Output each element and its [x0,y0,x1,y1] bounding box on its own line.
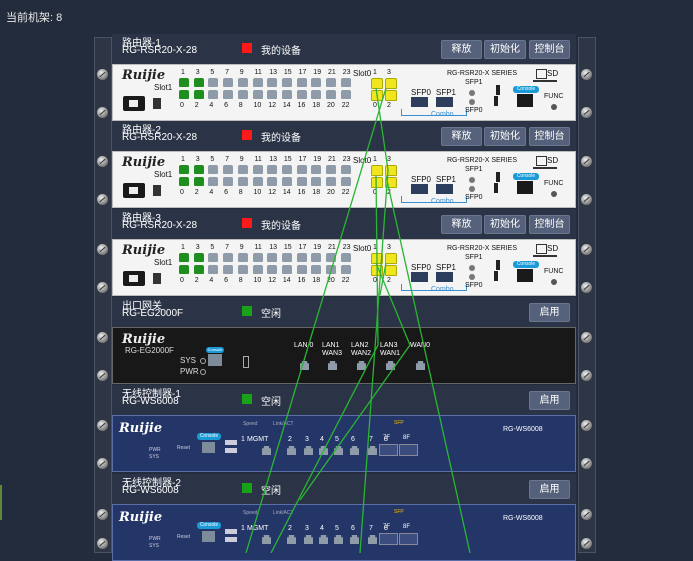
network-cable [385,175,471,553]
network-cable [270,175,379,553]
left-edge-marker [0,485,2,520]
cable-overlay [245,87,471,553]
network-cable [359,87,389,553]
